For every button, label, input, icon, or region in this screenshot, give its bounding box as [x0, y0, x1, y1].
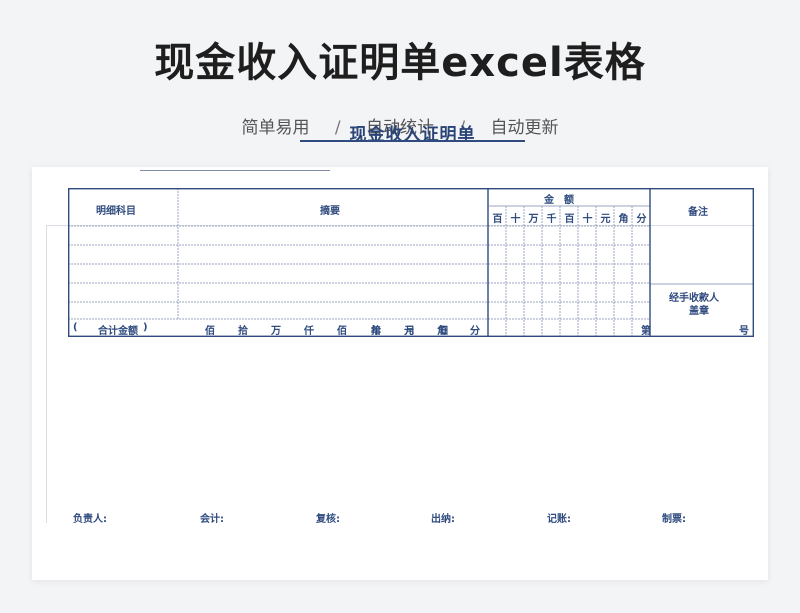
amount-unit: 十 — [582, 214, 593, 225]
total-unit: 分 — [470, 326, 480, 337]
amount-unit: 角 — [618, 214, 629, 225]
total-label: 合计金额 — [98, 326, 138, 337]
sig-bookkeeper: 记账: — [547, 514, 571, 525]
sig-responsible: 负责人: — [73, 514, 107, 525]
total-unit: 元 — [404, 326, 414, 337]
seal-label: 盖章 — [689, 306, 709, 317]
amount-unit: 元 — [600, 214, 611, 225]
sig-preparer: 制票: — [662, 514, 686, 525]
amount-unit: 万 — [528, 214, 539, 225]
amount-unit: 分 — [636, 214, 647, 225]
sig-accountant: 会计: — [200, 514, 224, 525]
total-unit: 拾 — [371, 326, 381, 337]
col-summary: 摘要 — [320, 206, 340, 217]
amount-unit: 百 — [492, 214, 503, 225]
total-unit: 仟 — [304, 326, 314, 337]
col-amount: 金 额 — [544, 195, 574, 206]
sig-reviewer: 复核: — [316, 514, 340, 525]
total-unit: 佰 — [337, 326, 347, 337]
page-headline: 现金收入证明单excel表格 — [154, 40, 646, 86]
amount-unit: 千 — [546, 214, 557, 225]
form-grid-lines — [68, 188, 754, 337]
total-unit: 角 — [437, 326, 447, 337]
form-grid: 明细科目 摘要 金 额 备注 百 十 万 千 百 十 元 角 分 经手收款人 盖… — [68, 188, 754, 337]
total-unit: 万 — [271, 326, 281, 337]
total-unit: 佰 — [205, 326, 215, 337]
total-unit: 拾 — [238, 326, 248, 337]
sig-cashier: 出纳: — [431, 514, 455, 525]
unit-name-line — [140, 170, 330, 171]
col-subject: 明细科目 — [96, 206, 136, 217]
form-title-underline — [300, 140, 525, 142]
amount-unit: 百 — [564, 214, 575, 225]
amount-unit: 十 — [510, 214, 521, 225]
col-remark: 备注 — [688, 207, 708, 218]
